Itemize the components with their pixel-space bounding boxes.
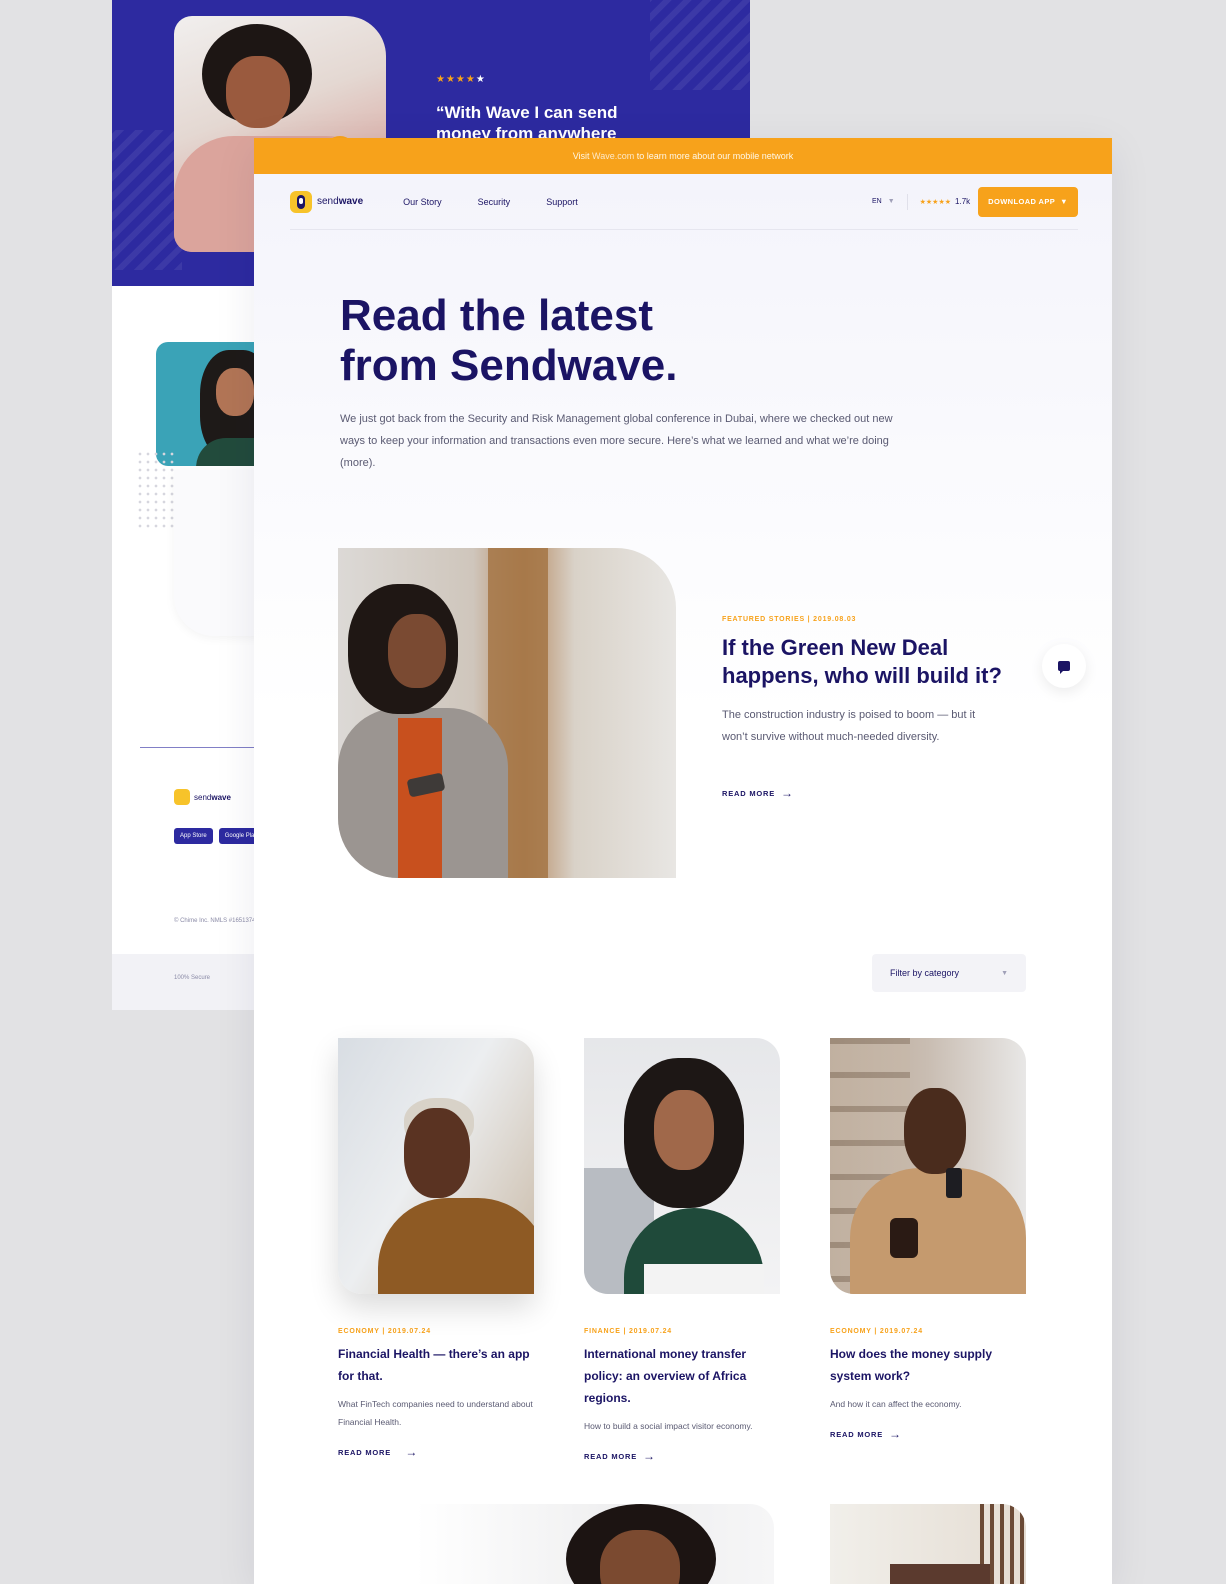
arrow-right-icon: → [781, 786, 794, 800]
article-image[interactable] [338, 1038, 534, 1294]
sendwave-logo-icon [174, 789, 190, 805]
chevron-down-icon: ▼ [887, 198, 895, 205]
article-meta: ECONOMY | 2019.07.24 [830, 1328, 923, 1335]
read-more-link[interactable]: READ MORE → [830, 1427, 1026, 1441]
featured-read-more-link[interactable]: READ MORE → [722, 786, 794, 800]
nav-security[interactable]: Security [478, 197, 511, 207]
article-description: What FinTech companies need to understan… [338, 1399, 533, 1427]
read-more-link[interactable]: READ MORE → [584, 1449, 780, 1463]
copyright: © Chime Inc. NMLS #1651374 [174, 918, 256, 924]
article-description: How to build a social impact visitor eco… [584, 1421, 753, 1431]
article-card: FINANCE | 2019.07.24 International money… [584, 1038, 780, 1463]
footer-logo[interactable]: sendwave [174, 789, 231, 805]
nav-right: EN ▼ ★★★★★ 1.7k DOWNLOAD APP ▼ [872, 186, 1078, 217]
chat-icon [1058, 661, 1070, 674]
article-title[interactable]: Financial Health — there’s an app for th… [338, 1343, 534, 1387]
read-more-link[interactable]: READ MORE → [338, 1445, 534, 1459]
rating-count: 1.7k [955, 197, 971, 206]
nav-links: Our Story Security Support [403, 197, 578, 207]
star-icons: ★★★★★ [919, 198, 952, 206]
language-select[interactable]: EN ▼ [872, 193, 908, 210]
featured-story-meta: FEATURED STORIES | 2019.08.03 [722, 616, 857, 623]
article-image[interactable] [830, 1038, 1026, 1294]
blog-page: Visit Wave.com to learn more about our m… [254, 138, 1112, 1584]
article-image[interactable] [416, 1504, 774, 1584]
featured-story-title[interactable]: If the Green New Deal happens, who will … [722, 634, 1042, 690]
announcement-bar: Visit Wave.com to learn more about our m… [254, 138, 1112, 174]
chevron-down-icon: ▼ [1060, 197, 1068, 206]
app-rating: ★★★★★ 1.7k [920, 197, 971, 206]
app-badges: App Store Google Play [174, 828, 264, 844]
arrow-right-icon: → [397, 1445, 419, 1459]
category-filter[interactable]: Filter by category ▼ [872, 954, 1026, 992]
testimonial-rating: ★★★★★ [436, 74, 486, 85]
article-title[interactable]: International money transfer policy: an … [584, 1343, 780, 1409]
main-nav: sendwave Our Story Security Support EN ▼… [290, 174, 1078, 230]
article-title[interactable]: How does the money supply system work? [830, 1343, 1026, 1387]
article-meta: FINANCE | 2019.07.24 [584, 1328, 672, 1335]
featured-story-image[interactable] [338, 548, 676, 878]
article-image[interactable] [584, 1038, 780, 1294]
article-card: ECONOMY | 2019.07.24 How does the money … [830, 1038, 1026, 1441]
nav-our-story[interactable]: Our Story [403, 197, 442, 207]
featured-story-description: The construction industry is poised to b… [722, 709, 976, 743]
article-image[interactable] [830, 1504, 1026, 1584]
hero-subtitle: We just got back from the Security and R… [340, 413, 893, 469]
decorative-stripes [112, 130, 182, 270]
decorative-dots [136, 450, 176, 530]
wave-link[interactable]: Wave.com [592, 151, 634, 161]
chat-button[interactable] [1042, 644, 1086, 688]
article-description: And how it can affect the economy. [830, 1399, 962, 1409]
sendwave-logo[interactable]: sendwave [290, 190, 363, 213]
decorative-stripes [650, 0, 750, 90]
arrow-right-icon: → [889, 1427, 902, 1441]
app-store-badge[interactable]: App Store [174, 828, 213, 844]
article-card: ECONOMY | 2019.07.24 Financial Health — … [338, 1038, 534, 1459]
secure-note: 100% Secure [174, 975, 211, 981]
article-meta: ECONOMY | 2019.07.24 [338, 1328, 431, 1335]
sendwave-logo-icon [290, 190, 312, 213]
nav-support[interactable]: Support [546, 197, 578, 207]
download-app-button[interactable]: DOWNLOAD APP ▼ [978, 186, 1078, 217]
chevron-down-icon: ▼ [1001, 969, 1008, 977]
page-title: Read the latest from Sendwave. [340, 291, 678, 390]
arrow-right-icon: → [643, 1449, 656, 1463]
